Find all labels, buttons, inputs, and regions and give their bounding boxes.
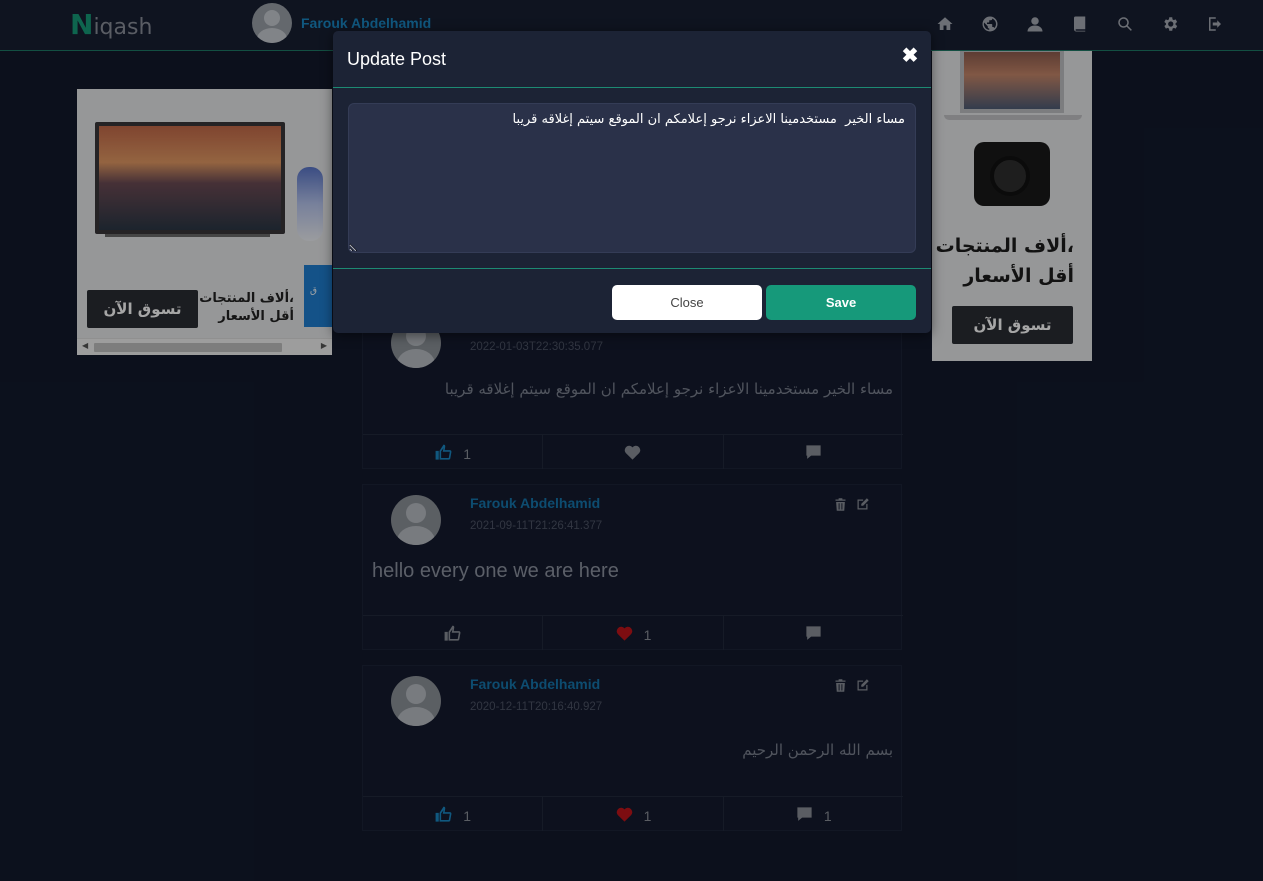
update-post-modal: Update Post ✖ مساء الخير مستخدمينا الاعز… bbox=[333, 31, 931, 333]
post-text-input[interactable]: مساء الخير مستخدمينا الاعزاء نرجو إعلامك… bbox=[348, 103, 916, 253]
close-icon[interactable]: ✖ bbox=[901, 45, 919, 67]
modal-title: Update Post bbox=[347, 49, 447, 69]
save-button[interactable]: Save bbox=[766, 285, 916, 320]
modal-header: Update Post ✖ bbox=[333, 31, 931, 88]
close-button[interactable]: Close bbox=[612, 285, 762, 320]
modal-footer: Close Save bbox=[333, 268, 931, 333]
